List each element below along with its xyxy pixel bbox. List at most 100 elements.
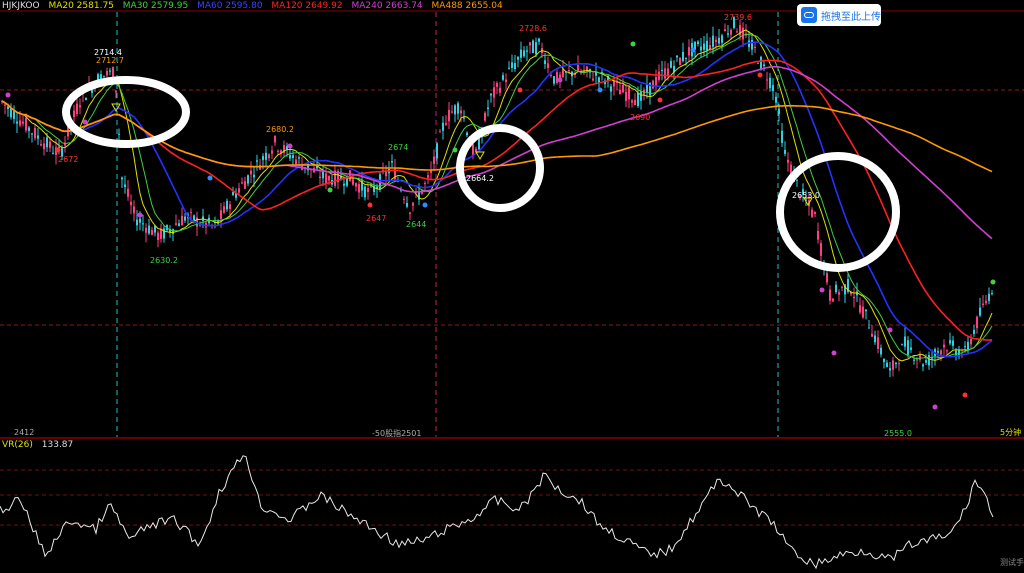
signal-dot: [287, 143, 293, 149]
candle-body: [877, 337, 879, 349]
candle-body: [124, 184, 126, 188]
candle-body: [892, 360, 894, 370]
candle-body: [22, 121, 24, 124]
symbol-label[interactable]: HJKJKOO: [2, 1, 40, 11]
candle-body: [613, 81, 615, 87]
candle-body: [322, 171, 324, 179]
candle-body: [343, 183, 345, 186]
candle-body: [178, 223, 180, 227]
candle-body: [181, 215, 183, 226]
price-label-2672: 2672: [58, 155, 79, 164]
candle-body: [976, 316, 978, 329]
candle-body: [538, 38, 540, 42]
signal-dot: [657, 97, 663, 103]
signal-dot: [452, 147, 458, 153]
price-label-2664: 2664.2: [466, 174, 494, 183]
candle-body: [901, 344, 903, 346]
candle-body: [742, 27, 744, 40]
price-label-2674: 2674: [388, 143, 409, 152]
candle-body: [31, 133, 33, 135]
upload-button-label: 拖拽至此上传: [821, 11, 881, 23]
price-label-2690: 2690: [630, 113, 651, 122]
candle-body: [487, 107, 489, 110]
candle-body: [106, 70, 108, 76]
candle-body: [721, 35, 723, 43]
candle-body: [448, 109, 450, 122]
candle-body: [667, 68, 669, 76]
candle-body: [412, 202, 414, 206]
candle-body: [886, 362, 888, 368]
corner-label: 测试手: [1000, 558, 1024, 567]
ma20-label: MA20 2581.75: [48, 1, 114, 11]
candle-body: [253, 174, 255, 178]
candle-body: [445, 122, 447, 125]
candle-body: [328, 176, 330, 181]
signal-dot: [690, 47, 696, 53]
candle-body: [268, 154, 270, 159]
candle-body: [13, 110, 15, 119]
candle-body: [829, 289, 831, 301]
candle-body: [730, 29, 732, 35]
candle-body: [526, 50, 528, 52]
signal-dot: [630, 41, 636, 47]
candle-body: [706, 40, 708, 51]
candle-body: [664, 68, 666, 79]
candle-body: [676, 55, 678, 58]
candle-body: [223, 206, 225, 213]
candle-body: [841, 286, 843, 288]
candle-body: [355, 183, 357, 187]
candle-body: [4, 104, 6, 106]
candle-body: [502, 75, 504, 80]
candle-body: [940, 350, 942, 355]
candle-body: [451, 111, 453, 113]
candle-body: [832, 298, 834, 302]
candle-body: [142, 223, 144, 225]
signal-dot: [517, 87, 523, 93]
signal-dot: [990, 279, 996, 285]
candle-body: [772, 85, 774, 92]
ma60-label: MA60 2595.80: [197, 1, 263, 11]
signal-dot: [757, 72, 763, 78]
candle-body: [34, 128, 36, 139]
candle-body: [76, 103, 78, 114]
candle-body: [784, 149, 786, 154]
candle-body: [127, 188, 129, 197]
signal-dot: [422, 202, 428, 208]
candle-body: [46, 137, 48, 148]
candle-body: [265, 152, 267, 160]
candle-body: [403, 198, 405, 200]
candle-body: [760, 56, 762, 69]
candle-body: [238, 188, 240, 193]
candlestick-chart: [0, 10, 1024, 570]
candle-body: [727, 33, 729, 35]
upload-button[interactable]: 拖拽至此上传: [797, 4, 881, 26]
candle-body: [544, 60, 546, 65]
candle-body: [991, 293, 993, 295]
candle-body: [409, 212, 411, 215]
candle-body: [619, 89, 621, 95]
candle-body: [904, 336, 906, 347]
candle-body: [709, 45, 711, 49]
candle-body: [520, 49, 522, 58]
ma488-label: MA488 2655.04: [431, 1, 503, 11]
candle-body: [769, 77, 771, 89]
candle-body: [628, 87, 630, 100]
candle-body: [10, 108, 12, 118]
candle-body: [880, 347, 882, 355]
candle-body: [910, 347, 912, 350]
candle-body: [610, 86, 612, 92]
candle-body: [40, 144, 42, 146]
candle-body: [220, 210, 222, 219]
candle-body: [19, 120, 21, 126]
bottom-mid-label: -50股指2501: [372, 429, 422, 438]
candle-body: [592, 78, 594, 81]
price-label-2680: 2680.2: [266, 125, 294, 134]
bottom-right-label: 5分钟: [1000, 428, 1022, 437]
signal-dot: [887, 327, 893, 333]
candle-body: [967, 341, 969, 350]
candle-body: [490, 93, 492, 96]
candle-body: [988, 293, 990, 301]
candle-body: [391, 161, 393, 163]
candle-body: [577, 64, 579, 72]
candle-body: [754, 46, 756, 48]
